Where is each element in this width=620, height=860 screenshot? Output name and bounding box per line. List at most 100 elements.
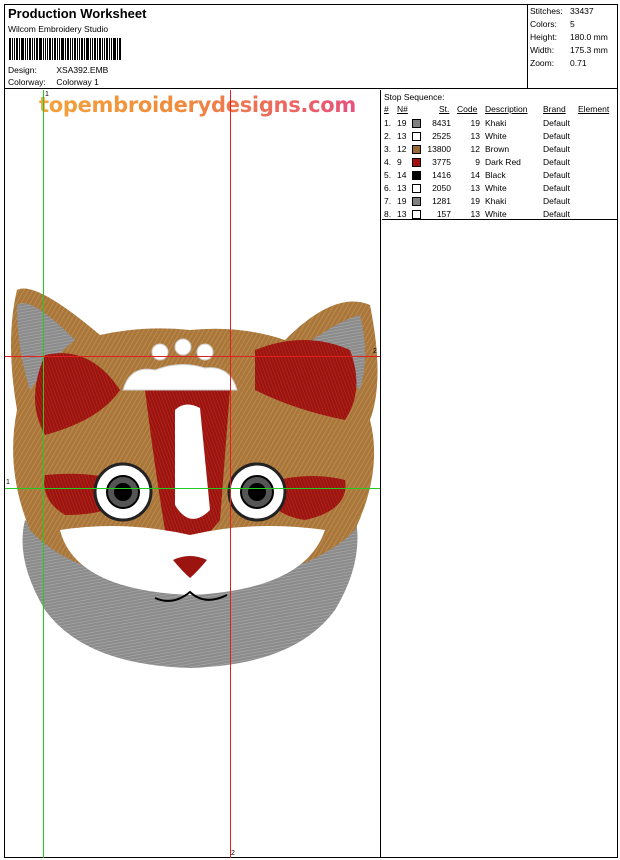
stop-code: 13	[470, 209, 480, 219]
stop-needle: 13	[397, 131, 407, 141]
stop-code: 19	[470, 118, 480, 128]
worksheet-title: Production Worksheet	[8, 6, 147, 21]
header-info: Production Worksheet Wilcom Embroidery S…	[7, 5, 527, 89]
col-code: Code	[457, 104, 478, 114]
col-num: #	[384, 104, 389, 114]
stop-needle: 19	[397, 118, 407, 128]
design-preview: topembroiderydesigns.com 1 2 2 1	[5, 90, 381, 858]
red-vertical-guide	[230, 90, 231, 858]
stop-description: Khaki	[485, 196, 507, 206]
stop-st: 2525	[432, 131, 451, 141]
stop-needle: 14	[397, 170, 407, 180]
stop-st: 13800	[427, 144, 451, 154]
stop-num: 3.	[384, 144, 392, 154]
stop-code: 14	[470, 170, 480, 180]
col-brand: Brand	[543, 104, 566, 114]
stop-description: Dark Red	[485, 157, 521, 167]
width-row: Width: 175.3 mm	[530, 45, 608, 55]
stop-brand: Default	[543, 118, 570, 128]
stop-description: White	[485, 209, 507, 219]
stop-row: 2. 13 2525 13 White Default	[382, 131, 617, 144]
green-horizontal-label: 1	[6, 479, 10, 486]
stop-num: 2.	[384, 131, 392, 141]
stop-code: 9	[475, 157, 480, 167]
software-name: Wilcom Embroidery Studio	[8, 24, 109, 34]
col-description: Description	[485, 104, 528, 114]
stop-num: 6.	[384, 183, 392, 193]
stop-needle: 13	[397, 209, 407, 219]
design-value: XSA392.EMB	[56, 65, 109, 75]
colorway-label: Colorway:	[8, 77, 46, 87]
stop-brand: Default	[543, 131, 570, 141]
color-swatch	[412, 158, 421, 167]
green-vertical-guide	[43, 90, 44, 858]
color-swatch	[412, 184, 421, 193]
stop-st: 1281	[432, 196, 451, 206]
stop-brand: Default	[543, 144, 570, 154]
stop-num: 7.	[384, 196, 392, 206]
stop-row: 7. 19 1281 19 Khaki Default	[382, 196, 617, 209]
stop-brand: Default	[543, 157, 570, 167]
stop-needle: 9	[397, 157, 402, 167]
height-value: 180.0 mm	[570, 32, 608, 42]
stop-row: 6. 13 2050 13 White Default	[382, 183, 617, 196]
stop-brand: Default	[543, 209, 570, 219]
colors-row: Colors: 5	[530, 19, 575, 29]
design-label: Design:	[8, 65, 37, 75]
stop-code: 19	[470, 196, 480, 206]
cat-embroidery-image	[11, 288, 378, 668]
colorway-row: Colorway: Colorway 1	[8, 77, 99, 87]
red-horizontal-label: 2	[373, 348, 377, 355]
stop-num: 1.	[384, 118, 392, 128]
worksheet-header: Production Worksheet Wilcom Embroidery S…	[5, 5, 617, 89]
stop-st: 2050	[432, 183, 451, 193]
height-label: Height:	[530, 32, 557, 42]
color-swatch	[412, 210, 421, 219]
stop-brand: Default	[543, 183, 570, 193]
design-row: Design: XSA392.EMB	[8, 65, 108, 75]
stop-row: 5. 14 1416 14 Black Default	[382, 170, 617, 183]
stop-code: 12	[470, 144, 480, 154]
production-worksheet: Production Worksheet Wilcom Embroidery S…	[4, 4, 618, 858]
colors-label: Colors:	[530, 19, 557, 29]
stop-st: 157	[436, 209, 451, 219]
stop-needle: 19	[397, 196, 407, 206]
stop-st: 8431	[432, 118, 451, 128]
stop-st: 1416	[432, 170, 451, 180]
col-needle: N#	[397, 104, 408, 114]
zoom-label: Zoom:	[530, 58, 555, 68]
zoom-row: Zoom: 0.71	[530, 58, 587, 68]
stop-st: 3775	[432, 157, 451, 167]
stop-brand: Default	[543, 196, 570, 206]
stitches-row: Stitches: 33437	[530, 6, 594, 16]
color-swatch	[412, 132, 421, 141]
color-swatch	[412, 197, 421, 206]
stitches-value: 33437	[570, 6, 594, 16]
stop-needle: 13	[397, 183, 407, 193]
red-horizontal-guide	[5, 356, 380, 357]
stop-num: 4.	[384, 157, 392, 167]
stop-num: 5.	[384, 170, 392, 180]
stop-brand: Default	[543, 170, 570, 180]
color-swatch	[412, 119, 421, 128]
stitches-label: Stitches:	[530, 6, 563, 16]
colors-value: 5	[570, 19, 575, 29]
color-swatch	[412, 171, 421, 180]
width-value: 175.3 mm	[570, 45, 608, 55]
stop-code: 13	[470, 131, 480, 141]
barcode	[9, 38, 135, 60]
colorway-value: Colorway 1	[56, 77, 99, 87]
green-horizontal-guide	[5, 488, 380, 489]
stop-num: 8.	[384, 209, 392, 219]
stop-sequence-panel: Stop Sequence: # N# St. Code Description…	[382, 90, 617, 220]
stop-row: 4. 9 3775 9 Dark Red Default	[382, 157, 617, 170]
height-row: Height: 180.0 mm	[530, 32, 608, 42]
green-vertical-label: 1	[45, 91, 49, 98]
width-label: Width:	[530, 45, 555, 55]
stop-sequence-title: Stop Sequence:	[384, 92, 445, 102]
stop-code: 13	[470, 183, 480, 193]
col-stitches: St.	[439, 104, 450, 114]
color-swatch	[412, 145, 421, 154]
stop-description: White	[485, 183, 507, 193]
zoom-value: 0.71	[570, 58, 587, 68]
